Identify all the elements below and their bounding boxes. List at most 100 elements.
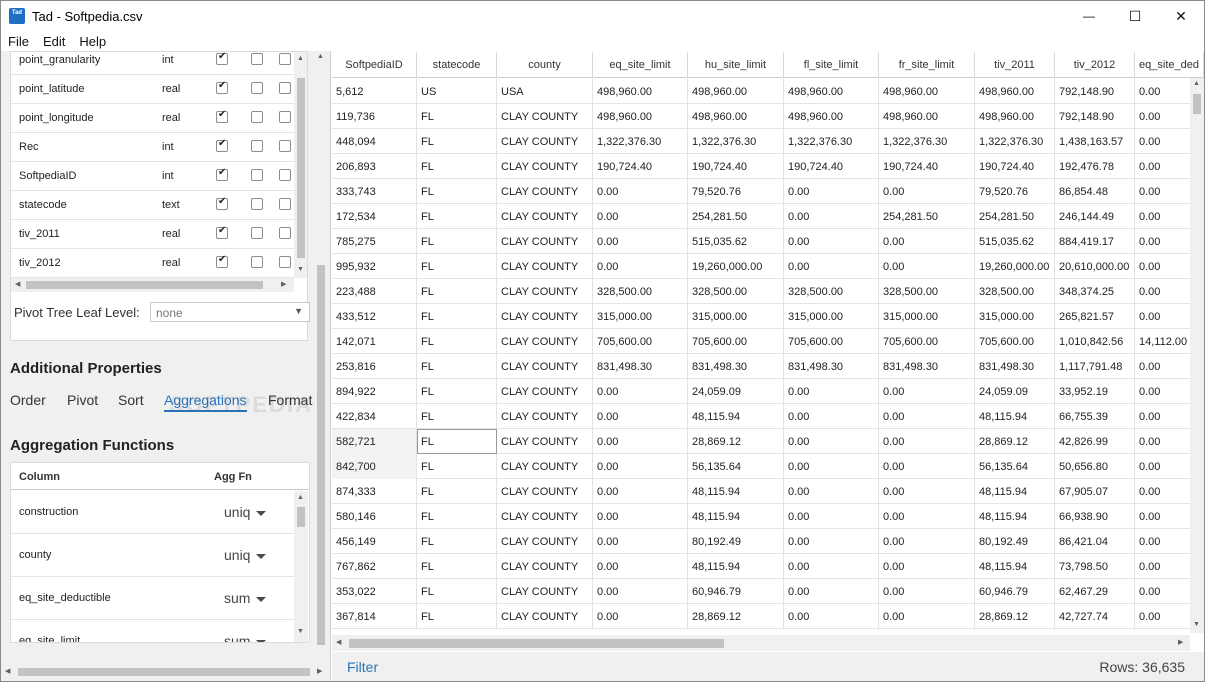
grid-vscroll-thumb[interactable] (1193, 94, 1201, 114)
table-cell[interactable]: 0.00 (593, 529, 688, 554)
table-cell[interactable]: 894,922 (332, 379, 417, 404)
scroll-down-icon[interactable]: ▼ (297, 628, 304, 636)
aggregation-fn-select[interactable]: sum (224, 590, 267, 606)
table-cell[interactable]: 48,115.94 (975, 554, 1055, 579)
pivot-checkbox[interactable] (279, 227, 291, 239)
sort-checkbox[interactable] (251, 256, 263, 268)
table-cell[interactable]: 190,724.40 (784, 154, 879, 179)
table-cell[interactable]: 333,743 (332, 179, 417, 204)
pivot-checkbox[interactable] (279, 111, 291, 123)
table-cell[interactable]: 0.00 (593, 404, 688, 429)
table-row[interactable]: 448,094 FL CLAY COUNTY 1,322,376.30 1,322,37… (332, 129, 1204, 154)
grid-hscroll-thumb[interactable] (349, 639, 724, 648)
table-cell[interactable]: CLAY COUNTY (497, 529, 593, 554)
table-cell[interactable]: 73,798.50 (1055, 554, 1135, 579)
table-cell[interactable]: FL (417, 604, 497, 629)
table-cell[interactable]: 831,498.30 (688, 354, 784, 379)
table-cell[interactable]: 792,148.90 (1055, 104, 1135, 129)
column-header-statecode[interactable]: statecode (417, 52, 497, 78)
table-cell[interactable]: 253,816 (332, 354, 417, 379)
table-cell[interactable]: 842,700 (332, 454, 417, 479)
table-cell[interactable]: CLAY COUNTY (497, 204, 593, 229)
table-row[interactable]: 582,721 FL CLAY COUNTY 0.00 28,869.12 0.00 0.0… (332, 429, 1204, 454)
column-header-softpediaid[interactable]: SoftpediaID (332, 52, 417, 78)
table-cell[interactable]: 328,500.00 (593, 279, 688, 304)
table-cell[interactable]: 0.00 (879, 554, 975, 579)
aggregation-fn-select[interactable]: sum (224, 633, 267, 642)
table-cell[interactable]: 831,498.30 (975, 354, 1055, 379)
pivot-checkbox[interactable] (279, 198, 291, 210)
table-cell[interactable]: 0.00 (784, 204, 879, 229)
table-cell[interactable]: 0.00 (784, 504, 879, 529)
table-cell[interactable]: FL (417, 129, 497, 154)
table-cell[interactable]: 192,476.78 (1055, 154, 1135, 179)
table-cell[interactable]: 0.00 (879, 429, 975, 454)
table-cell[interactable]: 785,275 (332, 229, 417, 254)
table-cell[interactable]: 60,946.79 (975, 579, 1055, 604)
table-cell[interactable]: FL (417, 404, 497, 429)
pivot-checkbox[interactable] (279, 82, 291, 94)
table-cell[interactable]: CLAY COUNTY (497, 454, 593, 479)
table-row[interactable]: 995,932 FL CLAY COUNTY 0.00 19,260,000.00 0.0… (332, 254, 1204, 279)
sort-checkbox[interactable] (251, 169, 263, 181)
table-cell[interactable]: 884,419.17 (1055, 229, 1135, 254)
aggregation-vscroll[interactable]: ▲ ▼ (294, 491, 308, 642)
aggregation-vscroll-thumb[interactable] (297, 507, 305, 527)
table-cell[interactable]: USA (497, 79, 593, 104)
table-cell[interactable]: 0.00 (593, 429, 688, 454)
table-cell[interactable]: 433,512 (332, 304, 417, 329)
table-cell[interactable]: FL (417, 254, 497, 279)
table-cell[interactable]: 315,000.00 (593, 304, 688, 329)
aggregation-fn-select[interactable]: uniq (224, 504, 267, 520)
table-cell[interactable]: CLAY COUNTY (497, 229, 593, 254)
table-cell[interactable]: 315,000.00 (879, 304, 975, 329)
table-cell[interactable]: 831,498.30 (593, 354, 688, 379)
table-cell[interactable]: 142,071 (332, 329, 417, 354)
column-header-county[interactable]: county (497, 52, 593, 78)
table-cell[interactable]: 60,946.79 (688, 579, 784, 604)
table-cell[interactable]: FL (417, 554, 497, 579)
column-header-tiv-2012[interactable]: tiv_2012 (1055, 52, 1135, 78)
grid-hscroll[interactable]: ◀ ▶ (332, 635, 1190, 651)
table-cell[interactable]: 79,520.76 (975, 179, 1055, 204)
pivot-checkbox[interactable] (279, 140, 291, 152)
table-cell[interactable]: 0.00 (593, 579, 688, 604)
table-cell[interactable]: FL (417, 204, 497, 229)
table-row[interactable]: 206,893 FL CLAY COUNTY 190,724.40 190,724.40… (332, 154, 1204, 179)
minimize-button[interactable]: — (1066, 1, 1112, 31)
panel-divider[interactable] (330, 51, 331, 681)
table-cell[interactable]: 1,322,376.30 (879, 129, 975, 154)
table-cell[interactable]: 28,869.12 (688, 429, 784, 454)
table-cell[interactable]: FL (417, 104, 497, 129)
table-cell[interactable]: CLAY COUNTY (497, 479, 593, 504)
table-cell[interactable]: 20,610,000.00 (1055, 254, 1135, 279)
show-checkbox[interactable] (216, 225, 228, 239)
table-cell[interactable]: 498,960.00 (879, 79, 975, 104)
table-cell[interactable]: 48,115.94 (688, 554, 784, 579)
scroll-down-icon[interactable]: ▼ (1193, 621, 1200, 629)
table-cell[interactable]: 190,724.40 (879, 154, 975, 179)
table-cell[interactable]: 48,115.94 (975, 504, 1055, 529)
table-cell[interactable]: 56,135.64 (975, 454, 1055, 479)
pivot-checkbox[interactable] (279, 256, 291, 268)
table-cell[interactable]: 353,022 (332, 579, 417, 604)
table-cell[interactable]: 0.00 (784, 254, 879, 279)
table-cell[interactable]: 223,488 (332, 279, 417, 304)
table-cell[interactable]: 86,854.48 (1055, 179, 1135, 204)
table-cell[interactable]: CLAY COUNTY (497, 404, 593, 429)
table-cell[interactable]: 767,862 (332, 554, 417, 579)
table-cell[interactable]: CLAY COUNTY (497, 579, 593, 604)
table-cell[interactable]: 0.00 (879, 504, 975, 529)
table-cell[interactable]: CLAY COUNTY (497, 429, 593, 454)
table-cell[interactable]: CLAY COUNTY (497, 504, 593, 529)
scroll-up-icon[interactable]: ▲ (297, 494, 304, 502)
table-cell[interactable]: 328,500.00 (975, 279, 1055, 304)
table-cell[interactable]: 86,421.04 (1055, 529, 1135, 554)
filter-link[interactable]: Filter (347, 659, 378, 675)
table-row[interactable]: 5,612 US USA 498,960.00 498,960.00 498,960.00… (332, 79, 1204, 104)
scroll-left-icon[interactable]: ◀ (5, 668, 10, 676)
column-list-vscroll-thumb[interactable] (297, 78, 305, 258)
sort-checkbox[interactable] (251, 53, 263, 65)
table-cell[interactable]: 1,010,842.56 (1055, 329, 1135, 354)
table-cell[interactable]: 1,322,376.30 (784, 129, 879, 154)
